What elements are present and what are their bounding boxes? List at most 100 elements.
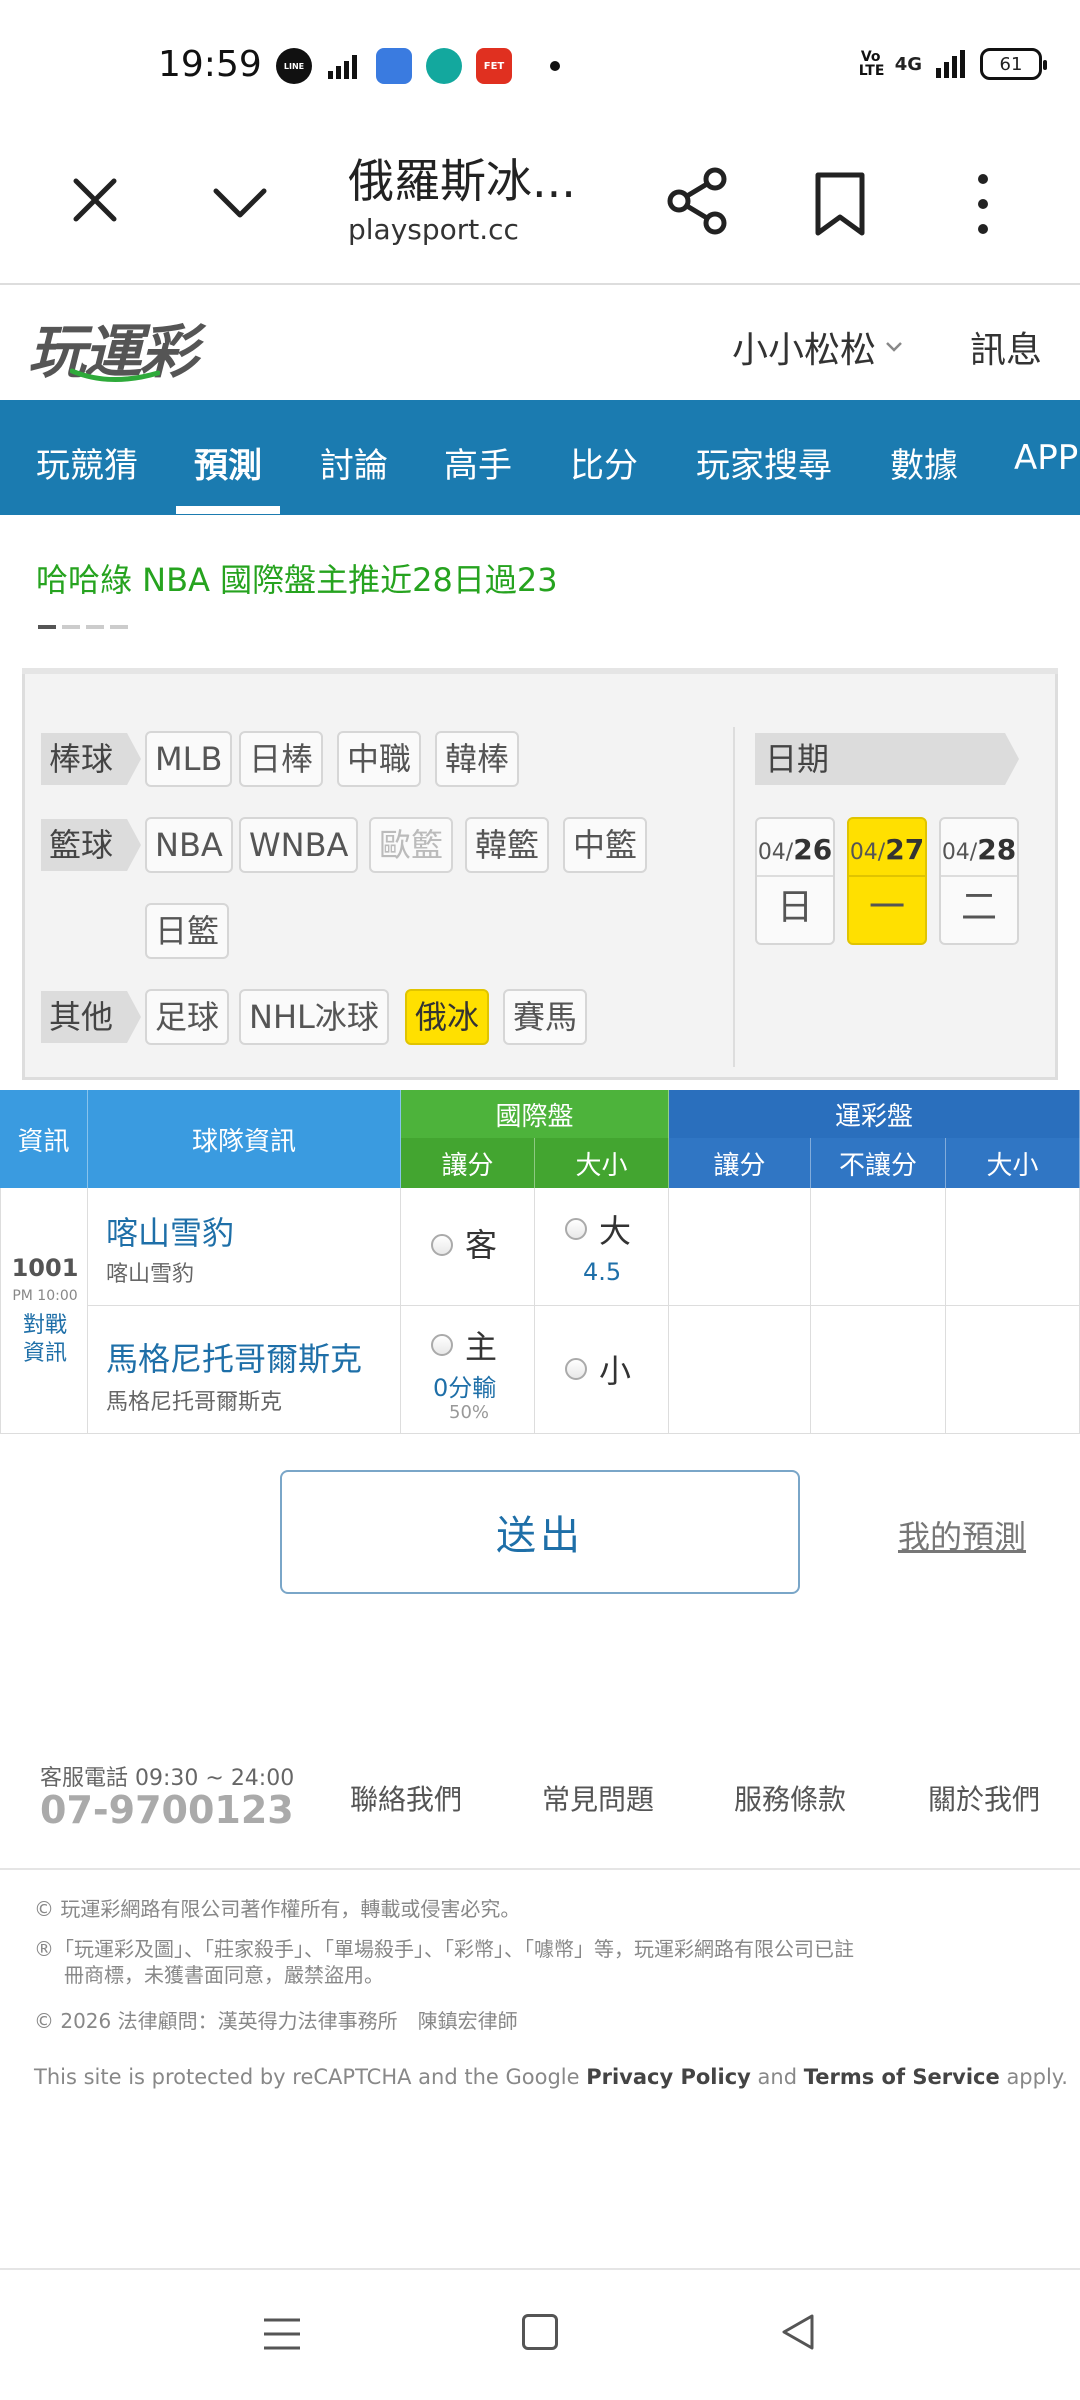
category-basketball: 籃球 bbox=[41, 819, 142, 871]
league-chip-sbl[interactable]: 中籃 bbox=[563, 817, 648, 873]
promo-banner[interactable]: 哈哈綠 NBA 國際盤主推近28日過23 bbox=[0, 515, 1080, 633]
footer-link-terms[interactable]: 服務條款 bbox=[734, 1778, 846, 1818]
header-intl-spread: 讓分 bbox=[401, 1138, 535, 1188]
game-number: 1001 bbox=[11, 1254, 79, 1282]
share-icon[interactable] bbox=[665, 167, 729, 235]
nav-active-indicator bbox=[176, 506, 280, 514]
league-chip-nba[interactable]: NBA bbox=[145, 817, 233, 873]
signal-bars-app-icon bbox=[326, 48, 362, 84]
league-chip-npb[interactable]: 日棒 bbox=[239, 731, 324, 787]
footer-link-faq[interactable]: 常見問題 bbox=[542, 1778, 654, 1818]
status-time: 19:59 bbox=[158, 44, 262, 85]
nav-item-guess[interactable]: 玩競猜 bbox=[36, 438, 138, 487]
recent-apps-icon[interactable] bbox=[262, 2316, 302, 2352]
under-cell[interactable]: 小 bbox=[535, 1306, 669, 1434]
date-month: 04/ bbox=[849, 840, 886, 865]
footer-divider bbox=[0, 1868, 1080, 1870]
logo-swoosh bbox=[70, 368, 160, 382]
header-sl-spread: 讓分 bbox=[669, 1138, 811, 1188]
banner-text[interactable]: 哈哈綠 NBA 國際盤主推近28日過23 bbox=[36, 555, 558, 601]
home-team-subname: 馬格尼托哥爾斯克 bbox=[106, 1390, 283, 1415]
league-chip-mlb[interactable]: MLB bbox=[145, 731, 233, 787]
legal-counsel-text: © 2026 法律顧問：漢英得力法律事務所 陳鎮宏律師 bbox=[34, 2009, 518, 2033]
league-chip-cpbl[interactable]: 中職 bbox=[337, 731, 422, 787]
line-app-icon: LINE bbox=[276, 48, 312, 84]
away-spread-radio[interactable] bbox=[431, 1234, 453, 1256]
league-chip-kbo[interactable]: 韓棒 bbox=[435, 731, 520, 787]
home-team-name[interactable]: 馬格尼托哥爾斯克 bbox=[106, 1334, 362, 1380]
league-chip-khl[interactable]: 俄冰 bbox=[405, 989, 490, 1045]
privacy-policy-link[interactable]: Privacy Policy bbox=[586, 2065, 751, 2089]
home-spread-radio[interactable] bbox=[431, 1334, 453, 1356]
game-time: PM 10:00 bbox=[12, 1288, 78, 1304]
banner-dot[interactable] bbox=[38, 625, 56, 629]
volte-icon: Vo LTE bbox=[858, 49, 885, 79]
under-radio[interactable] bbox=[565, 1358, 587, 1380]
site-header: 玩運彩 小小松松 訊息 bbox=[0, 287, 1080, 399]
nav-item-app[interactable]: APP bbox=[1014, 438, 1078, 478]
trademark-text-2: 冊商標，未獲書面同意，嚴禁盜用。 bbox=[64, 1963, 384, 1987]
back-icon[interactable] bbox=[778, 2312, 818, 2352]
date-card-0427[interactable]: 04/27 一 bbox=[847, 817, 927, 945]
date-weekday: 一 bbox=[868, 887, 905, 928]
date-month: 04/ bbox=[941, 840, 978, 865]
banner-dot[interactable] bbox=[62, 625, 80, 629]
chevron-down-icon bbox=[886, 342, 902, 352]
date-weekday: 二 bbox=[960, 887, 997, 928]
user-menu[interactable]: 小小松松 bbox=[732, 321, 904, 373]
away-team-cell: 喀山雪豹 喀山雪豹 bbox=[88, 1188, 401, 1306]
league-chip-wnba[interactable]: WNBA bbox=[239, 817, 359, 873]
home-icon[interactable] bbox=[522, 2314, 558, 2350]
close-icon[interactable] bbox=[70, 175, 120, 225]
league-chip-nhl[interactable]: NHL冰球 bbox=[239, 989, 389, 1045]
date-card-0428[interactable]: 04/28 二 bbox=[939, 817, 1019, 945]
bookmark-icon[interactable] bbox=[812, 171, 868, 237]
status-bar: 19:59 LINE FET Vo LTE 4G 61 bbox=[0, 0, 1080, 135]
terms-of-service-link[interactable]: Terms of Service bbox=[804, 2065, 1000, 2089]
page-url[interactable]: playsport.cc bbox=[348, 213, 519, 246]
submit-button[interactable]: 送出 bbox=[280, 1470, 800, 1594]
messages-link[interactable]: 訊息 bbox=[970, 321, 1042, 373]
matchup-info-link[interactable]: 對戰資訊 bbox=[15, 1312, 75, 1368]
notification-icons: LINE FET bbox=[276, 48, 560, 84]
my-predictions-link[interactable]: 我的預測 bbox=[898, 1512, 1026, 1558]
header-info: 資訊 bbox=[0, 1090, 88, 1188]
away-team-name[interactable]: 喀山雪豹 bbox=[106, 1208, 234, 1254]
total-line-value: 4.5 bbox=[583, 1258, 622, 1286]
fet-app-icon: FET bbox=[476, 48, 512, 84]
nav-item-player-search[interactable]: 玩家搜尋 bbox=[696, 438, 832, 487]
date-day: 26 bbox=[793, 833, 833, 866]
league-chip-soccer[interactable]: 足球 bbox=[145, 989, 230, 1045]
over-radio[interactable] bbox=[565, 1218, 587, 1240]
banner-pagination bbox=[38, 625, 128, 629]
footer-link-about[interactable]: 關於我們 bbox=[928, 1778, 1040, 1818]
signal-strength-icon bbox=[936, 50, 965, 78]
home-spread-label: 主 bbox=[465, 1328, 498, 1366]
page-title: 俄羅斯冰... bbox=[348, 154, 576, 208]
footer-link-contact[interactable]: 聯絡我們 bbox=[350, 1778, 462, 1818]
league-chip-euro: 歐籃 bbox=[369, 817, 454, 873]
nav-item-scores[interactable]: 比分 bbox=[570, 438, 638, 487]
more-options-icon[interactable] bbox=[968, 171, 998, 237]
nav-item-data[interactable]: 數據 bbox=[890, 438, 958, 487]
captcha-and: and bbox=[757, 2065, 798, 2089]
league-chip-kbl[interactable]: 韓籃 bbox=[465, 817, 550, 873]
banner-dot[interactable] bbox=[110, 625, 128, 629]
header-sl-total: 大小 bbox=[946, 1138, 1080, 1188]
league-chip-bleague[interactable]: 日籃 bbox=[145, 903, 230, 959]
trademark-text-1: ®「玩運彩及圖」、「莊家殺手」、「單場殺手」、「彩幣」、「噱幣」等，玩運彩網路有… bbox=[34, 1937, 854, 1961]
nav-item-experts[interactable]: 高手 bbox=[444, 438, 512, 487]
home-spread-cell[interactable]: 主 0分輸 50% bbox=[401, 1306, 535, 1434]
captcha-text: This site is protected by reCAPTCHA and … bbox=[34, 2065, 580, 2089]
date-card-0426[interactable]: 04/26 日 bbox=[755, 817, 835, 945]
banner-dot[interactable] bbox=[86, 625, 104, 629]
league-chip-horse-racing[interactable]: 賽馬 bbox=[503, 989, 588, 1045]
nav-item-predict[interactable]: 預測 bbox=[194, 438, 262, 487]
customer-service-phone[interactable]: 07-9700123 bbox=[40, 1788, 294, 1832]
date-day: 27 bbox=[885, 833, 925, 866]
spread-line-value: 0分輸 bbox=[433, 1374, 497, 1402]
nav-item-discuss[interactable]: 討論 bbox=[320, 438, 388, 487]
chevron-down-icon[interactable] bbox=[210, 177, 270, 227]
over-cell[interactable]: 大 4.5 bbox=[535, 1188, 669, 1306]
away-spread-cell[interactable]: 客 bbox=[401, 1188, 535, 1306]
